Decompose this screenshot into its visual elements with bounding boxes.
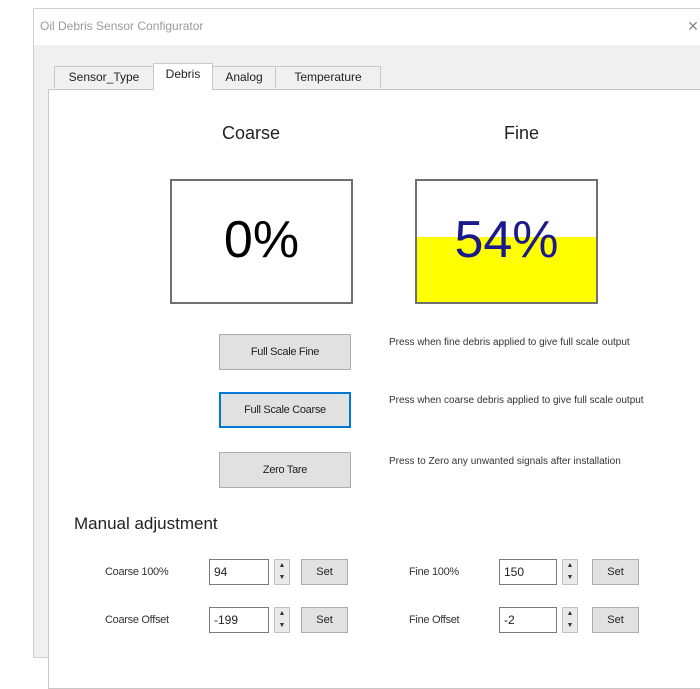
fine-offset-input[interactable]: -2 (499, 607, 557, 633)
fine-gauge: 54% (415, 179, 598, 304)
coarse-offset-label: Coarse Offset (105, 614, 169, 626)
coarse-100-input[interactable]: 94 (209, 559, 269, 585)
coarse-offset-set-button[interactable]: Set (301, 607, 348, 633)
debris-panel: Coarse Fine 0% 54% Full Scale Fine Press… (48, 89, 700, 689)
fine-offset-stepper[interactable]: ▲ ▼ (562, 607, 578, 633)
zero-tare-description: Press to Zero any unwanted signals after… (389, 456, 621, 467)
spin-down-icon[interactable]: ▼ (275, 620, 289, 632)
full-scale-coarse-description: Press when coarse debris applied to give… (389, 395, 644, 406)
spin-down-icon[interactable]: ▼ (563, 572, 577, 584)
coarse-100-set-button[interactable]: Set (301, 559, 348, 585)
coarse-100-label: Coarse 100% (105, 566, 169, 578)
fine-100-set-button[interactable]: Set (592, 559, 639, 585)
coarse-offset-input[interactable]: -199 (209, 607, 269, 633)
coarse-gauge-value: 0% (223, 211, 300, 269)
client-area: Sensor_Type Debris Analog Temperature Co… (34, 45, 700, 689)
fine-label: Fine (504, 123, 540, 143)
spin-down-icon[interactable]: ▼ (563, 620, 577, 632)
fine-100-input[interactable]: 150 (499, 559, 557, 585)
zero-tare-button[interactable]: Zero Tare (219, 452, 351, 488)
coarse-100-stepper[interactable]: ▲ ▼ (274, 559, 290, 585)
coarse-offset-stepper[interactable]: ▲ ▼ (274, 607, 290, 633)
full-scale-fine-description: Press when fine debris applied to give f… (389, 337, 630, 348)
fine-offset-set-button[interactable]: Set (592, 607, 639, 633)
fine-100-stepper[interactable]: ▲ ▼ (562, 559, 578, 585)
tab-temperature[interactable]: Temperature (275, 66, 381, 88)
spin-up-icon[interactable]: ▲ (563, 608, 577, 620)
manual-adjustment-title: Manual adjustment (74, 514, 218, 533)
coarse-label: Coarse (222, 123, 281, 143)
fine-100-label: Fine 100% (409, 566, 459, 578)
fine-gauge-value: 54% (454, 211, 559, 269)
tab-sensor-type[interactable]: Sensor_Type (54, 66, 154, 88)
close-icon[interactable]: ✕ (686, 17, 700, 35)
spin-down-icon[interactable]: ▼ (275, 572, 289, 584)
full-scale-fine-button[interactable]: Full Scale Fine (219, 334, 351, 370)
title-bar: Oil Debris Sensor Configurator ✕ (34, 9, 700, 45)
full-scale-coarse-button[interactable]: Full Scale Coarse (219, 392, 351, 428)
fine-offset-label: Fine Offset (409, 614, 460, 626)
window-title: Oil Debris Sensor Configurator (40, 19, 204, 33)
tab-analog[interactable]: Analog (212, 66, 276, 88)
app-window: Oil Debris Sensor Configurator ✕ Sensor_… (33, 8, 700, 689)
spin-up-icon[interactable]: ▲ (275, 560, 289, 572)
tab-debris[interactable]: Debris (153, 63, 213, 90)
spin-up-icon[interactable]: ▲ (275, 608, 289, 620)
coarse-gauge: 0% (170, 179, 353, 304)
spin-up-icon[interactable]: ▲ (563, 560, 577, 572)
